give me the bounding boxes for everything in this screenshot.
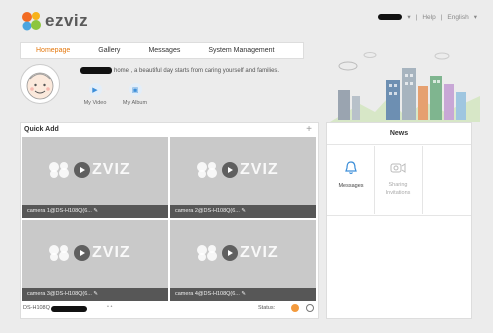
my-album-label: My Album	[122, 100, 148, 106]
tile-logo: ZVIZ	[196, 161, 279, 179]
username-redacted	[80, 67, 112, 74]
my-video-label: My Video	[83, 100, 107, 106]
divider	[327, 215, 471, 216]
ezviz-mark-icon	[197, 245, 217, 261]
baby-avatar-icon	[26, 72, 54, 100]
city-skyline-illustration	[330, 52, 480, 122]
logo-text: ezviz	[45, 11, 89, 30]
camera-tile[interactable]: ZVIZ camera 3@DS-H108Q(6... ✎	[22, 220, 168, 301]
news-sharing-label: Sharing Invitations	[385, 182, 411, 196]
chevron-down-icon[interactable]: ▾	[474, 13, 477, 21]
quick-add-panel: Quick Add + ZVIZ camera 1@DS-H108Q(6... …	[20, 122, 319, 319]
my-video-shortcut[interactable]: ▶ My Video	[75, 83, 115, 106]
camera-name[interactable]: camera 2@DS-H108Q(6... ✎	[170, 205, 316, 218]
camera-tile[interactable]: ZVIZ camera 4@DS-H108Q(6... ✎	[170, 220, 316, 301]
ezviz-logo-icon	[22, 12, 41, 31]
tile-logo: ZVIZ	[196, 244, 279, 262]
add-device-button[interactable]: +	[306, 124, 312, 135]
greeting-text: home , a beautiful day starts from carin…	[114, 67, 280, 74]
news-messages-label: Messages	[338, 183, 364, 189]
news-messages[interactable]: Messages	[328, 146, 374, 214]
device-status-row: DS-H108Q • • Status:	[21, 304, 317, 315]
tile-brand: ZVIZ	[92, 161, 131, 178]
help-link[interactable]: Help	[422, 14, 435, 21]
camera-name[interactable]: camera 1@DS-H108Q(6... ✎	[22, 205, 168, 218]
profile-area: home , a beautiful day starts from carin…	[20, 58, 302, 118]
ezviz-logo[interactable]: ezviz	[21, 10, 88, 32]
nav-homepage[interactable]: Homepage	[21, 43, 84, 58]
ezviz-mark-icon	[49, 162, 69, 178]
page-dots[interactable]: • •	[107, 304, 112, 310]
camera-tile[interactable]: ZVIZ camera 1@DS-H108Q(6... ✎	[22, 137, 168, 218]
nav-messages[interactable]: Messages	[134, 43, 194, 58]
settings-gear-icon[interactable]	[306, 304, 314, 312]
tile-brand: ZVIZ	[240, 161, 279, 178]
divider	[327, 144, 471, 145]
separator: |	[440, 13, 443, 21]
status-indicator-icon[interactable]	[291, 304, 299, 312]
username-redacted[interactable]	[378, 14, 403, 20]
language-select[interactable]: English	[447, 14, 468, 21]
camera-name[interactable]: camera 3@DS-H108Q(6... ✎	[22, 288, 168, 301]
account-bar: ▾ | Help | English ▾	[378, 13, 477, 21]
header: ezviz ▾ | Help | English ▾	[0, 0, 493, 42]
play-icon[interactable]	[74, 162, 90, 178]
my-album-shortcut[interactable]: ▣ My Album	[115, 83, 155, 106]
chevron-down-icon[interactable]: ▾	[407, 13, 410, 21]
news-sharing-invitations[interactable]: Sharing Invitations	[375, 146, 421, 214]
play-icon[interactable]	[74, 245, 90, 261]
camera-tile[interactable]: ZVIZ camera 2@DS-H108Q(6... ✎	[170, 137, 316, 218]
nav-system-management[interactable]: System Management	[194, 43, 288, 58]
camera-share-icon	[390, 163, 406, 173]
device-serial-redacted	[51, 306, 87, 312]
avatar[interactable]	[20, 64, 60, 104]
quick-add-title: Quick Add	[24, 126, 59, 133]
tile-logo: ZVIZ	[48, 161, 131, 179]
status-label: Status:	[258, 305, 276, 311]
play-icon[interactable]	[222, 162, 238, 178]
ezviz-mark-icon	[49, 245, 69, 261]
play-icon[interactable]	[222, 245, 238, 261]
divider	[422, 146, 423, 214]
tile-brand: ZVIZ	[240, 244, 279, 261]
main-nav: Homepage Gallery Messages System Managem…	[20, 42, 304, 59]
device-name: DS-H108Q	[23, 305, 50, 311]
camera-name[interactable]: camera 4@DS-H108Q(6... ✎	[170, 288, 316, 301]
news-panel: News Messages Sharing Invitations	[326, 122, 472, 319]
album-icon: ▣	[128, 83, 142, 96]
nav-gallery[interactable]: Gallery	[84, 43, 134, 58]
greeting: home , a beautiful day starts from carin…	[80, 67, 279, 74]
tile-logo: ZVIZ	[48, 244, 131, 262]
separator: |	[415, 13, 418, 21]
ezviz-mark-icon	[197, 162, 217, 178]
news-title: News	[389, 130, 409, 137]
bell-icon	[345, 161, 357, 175]
tile-brand: ZVIZ	[92, 244, 131, 261]
play-icon: ▶	[88, 83, 102, 96]
